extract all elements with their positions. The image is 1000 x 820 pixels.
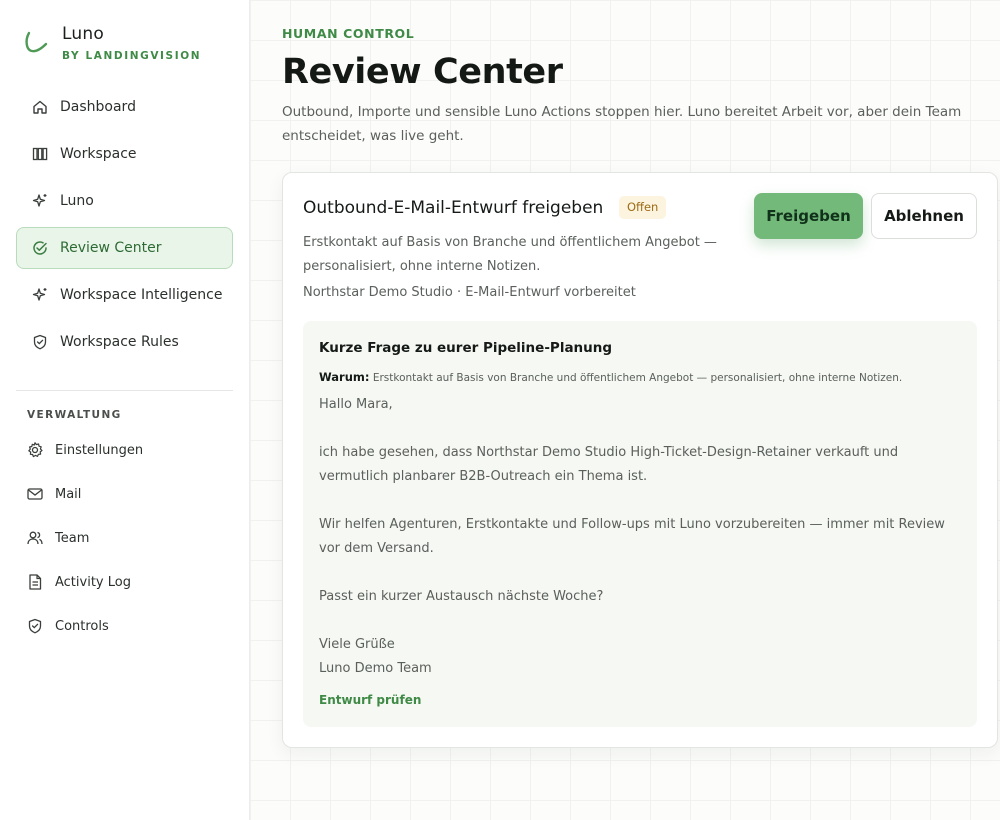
sidebar-item-label: Dashboard bbox=[60, 99, 136, 115]
sidebar-item-label: Workspace Intelligence bbox=[60, 287, 223, 303]
main-content: HUMAN CONTROL Review Center Outbound, Im… bbox=[250, 0, 1000, 820]
sidebar-item-mail[interactable]: Mail bbox=[16, 472, 233, 516]
sidebar-item-workspace-intelligence[interactable]: Workspace Intelligence bbox=[16, 274, 233, 316]
sidebar-item-workspace-rules[interactable]: Workspace Rules bbox=[16, 321, 233, 363]
email-closing: Viele Grüße bbox=[319, 637, 395, 652]
sidebar-item-label: Team bbox=[55, 530, 90, 546]
sidebar-item-einstellungen[interactable]: Einstellungen bbox=[16, 428, 233, 472]
sidebar-item-dashboard[interactable]: Dashboard bbox=[16, 86, 233, 128]
mail-icon bbox=[26, 485, 44, 503]
sidebar-item-label: Controls bbox=[55, 618, 109, 634]
approve-button[interactable]: Freigeben bbox=[754, 193, 863, 239]
sidebar-divider bbox=[16, 390, 233, 391]
email-reason-label: Warum: bbox=[319, 370, 370, 384]
email-paragraph: Passt ein kurzer Austausch nächste Woche… bbox=[319, 589, 604, 604]
main-nav: Dashboard Workspace Luno Review Center W… bbox=[16, 86, 233, 368]
document-icon bbox=[26, 573, 44, 591]
email-subject: Kurze Frage zu eurer Pipeline-Planung bbox=[319, 340, 613, 356]
admin-nav: Einstellungen Mail Team Activity Log Con… bbox=[16, 428, 233, 648]
sidebar-item-review-center[interactable]: Review Center bbox=[16, 227, 233, 269]
sidebar-item-label: Activity Log bbox=[55, 574, 131, 590]
sidebar-item-label: Luno bbox=[60, 193, 94, 209]
email-paragraph: Wir helfen Agenturen, Erstkontakte und F… bbox=[319, 517, 945, 556]
email-body: Hallo Mara, ich habe gesehen, dass North… bbox=[319, 393, 969, 681]
email-greeting: Hallo Mara, bbox=[319, 397, 393, 412]
page-eyebrow: HUMAN CONTROL bbox=[282, 26, 415, 41]
review-card: Outbound-E-Mail-Entwurf freigeben Offen … bbox=[282, 172, 998, 748]
review-card-meta: Northstar Demo Studio · E-Mail-Entwurf v… bbox=[303, 285, 636, 300]
review-card-description: Erstkontakt auf Basis von Branche und öf… bbox=[303, 235, 717, 274]
review-card-title: Outbound-E-Mail-Entwurf freigeben bbox=[303, 198, 604, 218]
status-badge: Offen bbox=[619, 196, 667, 219]
sparkle-icon bbox=[31, 192, 49, 210]
email-draft-preview: Kurze Frage zu eurer Pipeline-Planung Wa… bbox=[303, 321, 977, 727]
shield-check-icon bbox=[26, 617, 44, 635]
sidebar-item-label: Review Center bbox=[60, 240, 162, 256]
gear-icon bbox=[26, 441, 44, 459]
brand-name: Luno bbox=[62, 24, 104, 44]
sparkle-icon bbox=[31, 286, 49, 304]
sidebar-item-luno[interactable]: Luno bbox=[16, 180, 233, 222]
sidebar-item-label: Workspace bbox=[60, 146, 137, 162]
sidebar-item-label: Workspace Rules bbox=[60, 334, 179, 350]
sidebar-item-activity-log[interactable]: Activity Log bbox=[16, 560, 233, 604]
columns-icon bbox=[31, 145, 49, 163]
luno-logo-icon bbox=[25, 31, 48, 53]
users-icon bbox=[26, 529, 44, 547]
section-title-verwaltung: VERWALTUNG bbox=[27, 409, 122, 421]
email-signature: Luno Demo Team bbox=[319, 661, 432, 676]
sidebar-item-controls[interactable]: Controls bbox=[16, 604, 233, 648]
page-title: Review Center bbox=[282, 52, 563, 92]
shield-icon bbox=[31, 333, 49, 351]
brand-subtitle: BY LANDINGVISION bbox=[62, 50, 202, 62]
sidebar-item-label: Einstellungen bbox=[55, 442, 144, 458]
email-reason: Warum: Erstkontakt auf Basis von Branche… bbox=[319, 370, 969, 384]
page-description: Outbound, Importe und sensible Luno Acti… bbox=[282, 104, 962, 144]
home-icon bbox=[31, 98, 49, 116]
sidebar-item-team[interactable]: Team bbox=[16, 516, 233, 560]
email-reason-text: Erstkontakt auf Basis von Branche und öf… bbox=[372, 372, 903, 384]
sidebar: Luno BY LANDINGVISION Dashboard Workspac… bbox=[0, 0, 250, 820]
reject-button[interactable]: Ablehnen bbox=[871, 193, 977, 239]
sidebar-item-workspace[interactable]: Workspace bbox=[16, 133, 233, 175]
sidebar-item-label: Mail bbox=[55, 486, 82, 502]
check-circle-icon bbox=[31, 239, 49, 257]
review-draft-link[interactable]: Entwurf prüfen bbox=[319, 693, 421, 707]
email-paragraph: ich habe gesehen, dass Northstar Demo St… bbox=[319, 445, 899, 484]
